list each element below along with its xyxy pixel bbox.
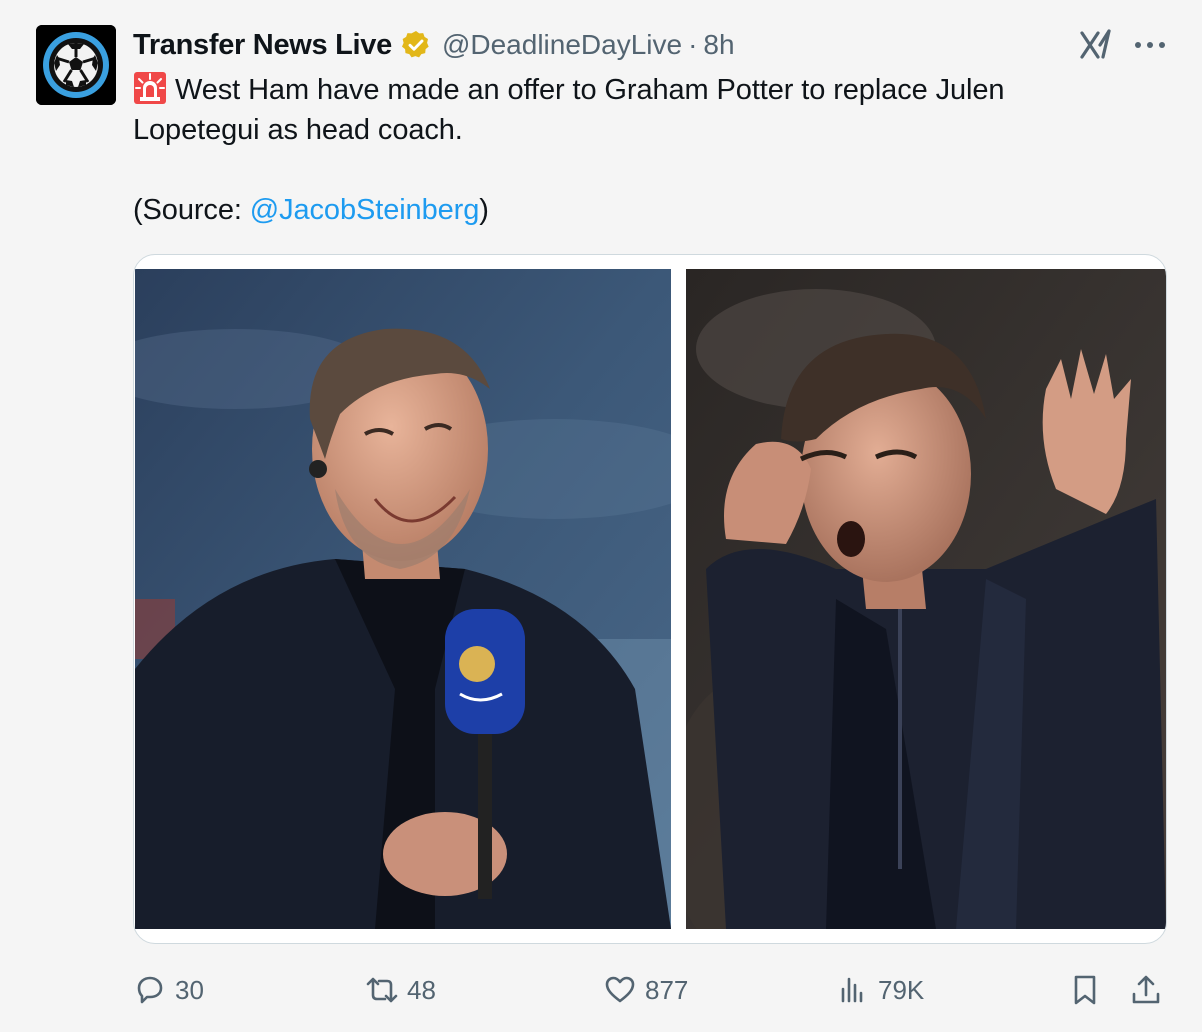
author-handle[interactable]: @DeadlineDayLive [442, 29, 682, 61]
views-chart-icon [841, 977, 863, 1003]
like-button[interactable]: 877 [603, 968, 688, 1012]
tweet-source-line: (Source: @JacobSteinberg) [133, 190, 1133, 230]
share-button[interactable] [1129, 968, 1171, 1012]
heart-icon [605, 976, 635, 1003]
more-icon[interactable] [1132, 30, 1168, 60]
smiling-man-photo [135, 269, 671, 929]
source-suffix: ) [479, 194, 489, 226]
reply-count: 30 [175, 974, 204, 1005]
football-logo-icon [36, 25, 116, 105]
author-display-name[interactable]: Transfer News Live [133, 29, 392, 62]
rotating-light-emoji-icon [134, 72, 166, 104]
repost-count: 48 [407, 974, 436, 1005]
views-count: 79K [878, 974, 925, 1005]
shouting-man-photo [686, 269, 1166, 929]
media-photo-left[interactable] [135, 269, 671, 929]
grok-icon[interactable] [1078, 28, 1114, 62]
tweet-media[interactable] [133, 254, 1167, 944]
like-count: 877 [645, 974, 689, 1005]
reply-button[interactable]: 30 [133, 968, 204, 1012]
tweet-actions: 30 48 877 79K [133, 968, 1173, 1012]
reply-icon [137, 976, 163, 1004]
repost-button[interactable]: 48 [365, 968, 436, 1012]
source-prefix: (Source: [133, 194, 250, 226]
bookmark-button[interactable] [1068, 968, 1110, 1012]
bookmark-icon [1074, 975, 1096, 1005]
tweet-message: West Ham have made an offer to Graham Po… [133, 74, 1005, 146]
media-photo-right[interactable] [686, 269, 1166, 929]
tweet-timestamp[interactable]: 8h [703, 29, 734, 61]
source-mention-link[interactable]: @JacobSteinberg [250, 194, 480, 226]
repost-icon [366, 977, 398, 1003]
avatar[interactable] [36, 25, 116, 105]
verified-badge-icon[interactable] [400, 29, 432, 61]
share-icon [1132, 975, 1160, 1004]
header-separator: · [688, 29, 698, 60]
tweet-card[interactable]: Transfer News Live @DeadlineDayLive · 8h… [0, 0, 1202, 1032]
tweet-body: West Ham have made an offer to Graham Po… [133, 70, 1133, 150]
views-button[interactable]: 79K [836, 968, 924, 1012]
tweet-header: Transfer News Live @DeadlineDayLive · 8h [133, 27, 735, 63]
tweet-text: West Ham have made an offer to Graham Po… [133, 70, 1133, 230]
